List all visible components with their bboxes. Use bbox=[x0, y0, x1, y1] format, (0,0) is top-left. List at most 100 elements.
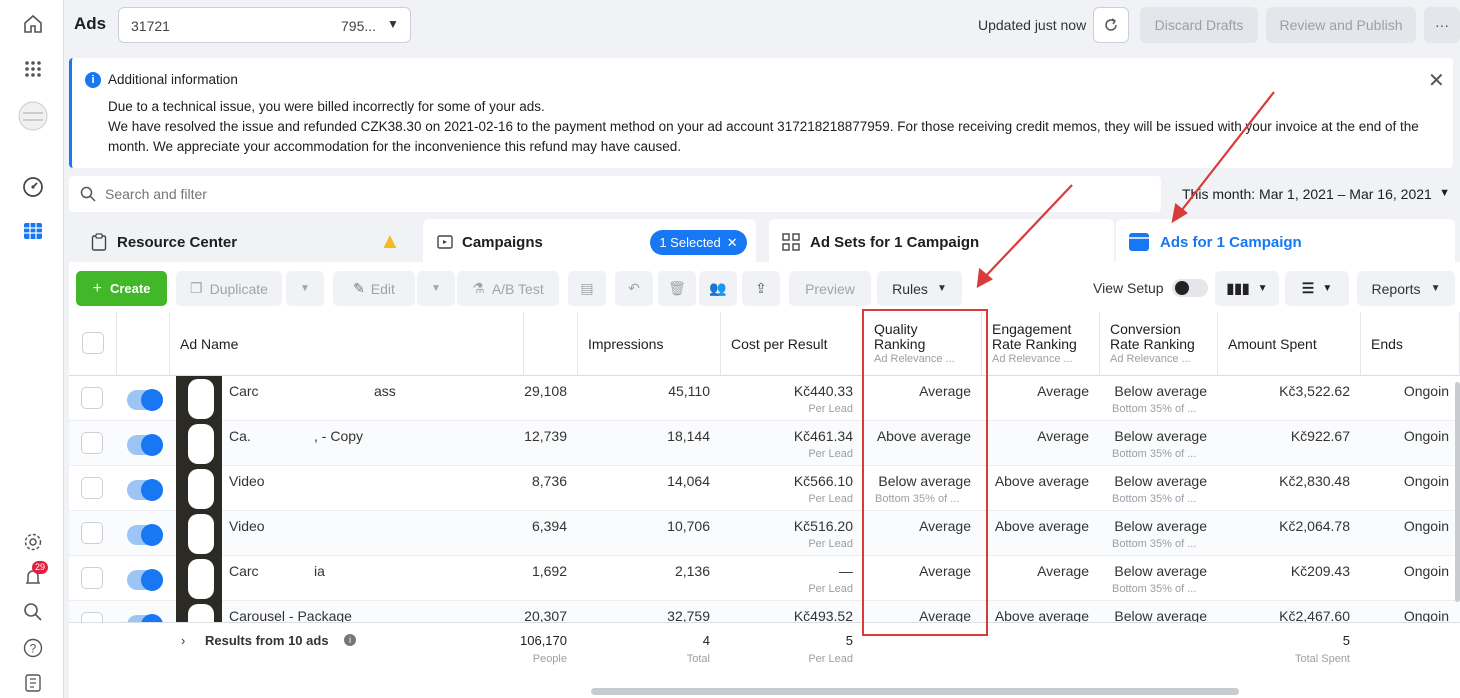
rules-button[interactable]: Rules ▼ bbox=[877, 271, 962, 306]
apps-grid-icon[interactable] bbox=[21, 57, 45, 81]
refresh-button[interactable] bbox=[1093, 7, 1129, 43]
selected-pill[interactable]: 1 Selected ✕ bbox=[650, 230, 747, 255]
edit-button[interactable]: ✎ Edit bbox=[333, 271, 415, 306]
col-amount-spent[interactable]: Amount Spent bbox=[1218, 312, 1361, 376]
col-cost-per-result[interactable]: Cost per Result bbox=[721, 312, 864, 376]
settings-gear-icon[interactable] bbox=[21, 530, 45, 554]
ads-table: Ad Name Impressions Cost per Result Qual… bbox=[69, 312, 1460, 698]
row-checkbox[interactable] bbox=[81, 387, 103, 409]
col-reach[interactable] bbox=[524, 312, 578, 376]
table-row[interactable]: Carc ass 29,108 45,110 Kč440.33 Per Lead Avera… bbox=[69, 376, 1460, 421]
more-options-button[interactable]: ··· bbox=[1424, 7, 1460, 43]
duplicate-button[interactable]: ❐ Duplicate bbox=[176, 271, 282, 306]
preview-button[interactable]: Preview bbox=[789, 271, 871, 306]
col-conversion-ranking[interactable]: Conversion Rate Ranking Ad Relevance ... bbox=[1100, 312, 1218, 376]
chevron-down-icon: ▼ bbox=[387, 17, 399, 31]
ad-status-toggle[interactable] bbox=[127, 479, 163, 501]
audience-button[interactable]: 👥 bbox=[699, 271, 737, 306]
cell-subvalue: Bottom 35% of ... bbox=[1112, 583, 1197, 595]
discard-drafts-button[interactable]: Discard Drafts bbox=[1140, 7, 1258, 43]
row-checkbox[interactable] bbox=[81, 567, 103, 589]
row-checkbox[interactable] bbox=[81, 477, 103, 499]
search-icon[interactable] bbox=[21, 600, 45, 624]
table-row[interactable]: Video 6,394 10,706 Kč516.20 Per Lead Average A… bbox=[69, 511, 1460, 556]
clipboard-button[interactable]: ▤ bbox=[568, 271, 606, 306]
ad-thumbnail bbox=[176, 511, 222, 556]
horizontal-scrollbar[interactable] bbox=[591, 688, 1239, 695]
info-icon[interactable]: i bbox=[344, 634, 356, 646]
notifications-bell-icon[interactable]: 29 bbox=[21, 561, 49, 589]
ad-status-toggle[interactable] bbox=[127, 434, 163, 456]
ad-status-toggle[interactable] bbox=[127, 389, 163, 411]
tab-campaigns[interactable]: Campaigns 1 Selected ✕ bbox=[423, 219, 756, 265]
undo-button[interactable]: ↶ bbox=[615, 271, 653, 306]
ad-name[interactable]: Video bbox=[229, 473, 265, 489]
account-selector[interactable]: 31721 795... ▼ bbox=[118, 7, 411, 43]
breakdown-icon: ☰ bbox=[1301, 280, 1315, 296]
cell-value: Below average bbox=[1114, 563, 1207, 579]
row-checkbox[interactable] bbox=[81, 522, 103, 544]
left-rail: 29 ? bbox=[0, 0, 64, 698]
expand-chevron-icon[interactable]: › bbox=[181, 633, 185, 648]
breakdown-button[interactable]: ☰ ▼ bbox=[1285, 271, 1349, 306]
close-icon[interactable]: ✕ bbox=[727, 235, 738, 251]
amount-spent-cell: Kč209.43 bbox=[1218, 556, 1361, 601]
cell-value: Kč566.10 bbox=[793, 473, 853, 489]
review-publish-button[interactable]: Review and Publish bbox=[1266, 7, 1416, 43]
ad-name[interactable]: Carc bbox=[229, 563, 259, 579]
help-icon[interactable]: ? bbox=[21, 636, 45, 660]
home-icon[interactable] bbox=[21, 12, 45, 36]
col-impressions[interactable]: Impressions bbox=[578, 312, 721, 376]
table-row[interactable]: Ca. , - Copy 12,739 18,144 Kč461.34 Per Lead A… bbox=[69, 421, 1460, 466]
ad-status-toggle[interactable] bbox=[127, 569, 163, 591]
vertical-scrollbar[interactable] bbox=[1455, 382, 1460, 602]
create-button[interactable]: + Create bbox=[76, 271, 167, 306]
cell-value: Kč516.20 bbox=[793, 518, 853, 534]
amount-spent-cell: Kč2,064.78 bbox=[1218, 511, 1361, 556]
ad-status-toggle[interactable] bbox=[127, 524, 163, 546]
dashboard-gauge-icon[interactable] bbox=[21, 175, 45, 199]
info-icon: i bbox=[85, 72, 101, 88]
ad-name[interactable]: Ca. bbox=[229, 428, 251, 444]
tab-resource-center[interactable]: Resource Center ▲ bbox=[77, 219, 419, 265]
select-all-checkbox[interactable] bbox=[82, 332, 104, 354]
chevron-down-icon: ▼ bbox=[936, 283, 947, 294]
col-sublabel: Ad Relevance ... bbox=[1110, 353, 1191, 365]
notice-line-3: month. We appreciate your accommodation … bbox=[108, 139, 682, 154]
ab-test-button[interactable]: ⚗ A/B Test bbox=[457, 271, 559, 306]
cell-value: Kč2,064.78 bbox=[1279, 518, 1350, 534]
close-icon[interactable]: ✕ bbox=[1428, 68, 1445, 93]
row-checkbox[interactable] bbox=[81, 432, 103, 454]
export-button[interactable]: ⇪ bbox=[742, 271, 780, 306]
tab-label: Resource Center bbox=[117, 233, 238, 251]
impressions-cell: 2,136 bbox=[578, 556, 721, 601]
cell-subvalue: Bottom 35% of ... bbox=[1112, 403, 1197, 415]
summary-cost-sub: Per Lead bbox=[808, 653, 853, 665]
ad-name[interactable]: Carc bbox=[229, 383, 259, 399]
edit-dropdown[interactable]: ▼ bbox=[417, 271, 455, 306]
table-row[interactable]: Video 8,736 14,064 Kč566.10 Per Lead Below av… bbox=[69, 466, 1460, 511]
col-ends[interactable]: Ends bbox=[1361, 312, 1460, 376]
reports-button[interactable]: Reports ▼ bbox=[1357, 271, 1455, 306]
cell-value: Average bbox=[1037, 563, 1089, 579]
ads-manager-table-icon[interactable] bbox=[21, 219, 45, 243]
delete-button[interactable]: 🗑 bbox=[658, 271, 696, 306]
summary-reach: 106,170 bbox=[520, 633, 567, 648]
cell-value: Average bbox=[1037, 383, 1089, 399]
summary-label: Results from 10 ads bbox=[205, 633, 329, 648]
table-row[interactable]: Carc ia 1,692 2,136— Per Lead Average Average B… bbox=[69, 556, 1460, 601]
ends-cell: Ongoin bbox=[1361, 466, 1460, 511]
amount-spent-cell: Kč922.67 bbox=[1218, 421, 1361, 466]
engagement-ranking-cell: Average bbox=[982, 421, 1100, 466]
summary-reach-sub: People bbox=[532, 653, 567, 665]
account-avatar[interactable] bbox=[17, 100, 49, 132]
report-icon[interactable] bbox=[21, 671, 45, 695]
reach-cell: 1,692 bbox=[524, 556, 578, 601]
ad-name[interactable]: Video bbox=[229, 518, 265, 534]
col-engagement-ranking[interactable]: Engagement Rate Ranking Ad Relevance ... bbox=[982, 312, 1100, 376]
search-input[interactable] bbox=[105, 182, 705, 206]
cell-subvalue: Bottom 35% of ... bbox=[1112, 538, 1197, 550]
update-status: Updated just now bbox=[978, 17, 1087, 33]
duplicate-dropdown[interactable]: ▼ bbox=[286, 271, 324, 306]
col-ad-name[interactable]: Ad Name bbox=[170, 312, 524, 376]
